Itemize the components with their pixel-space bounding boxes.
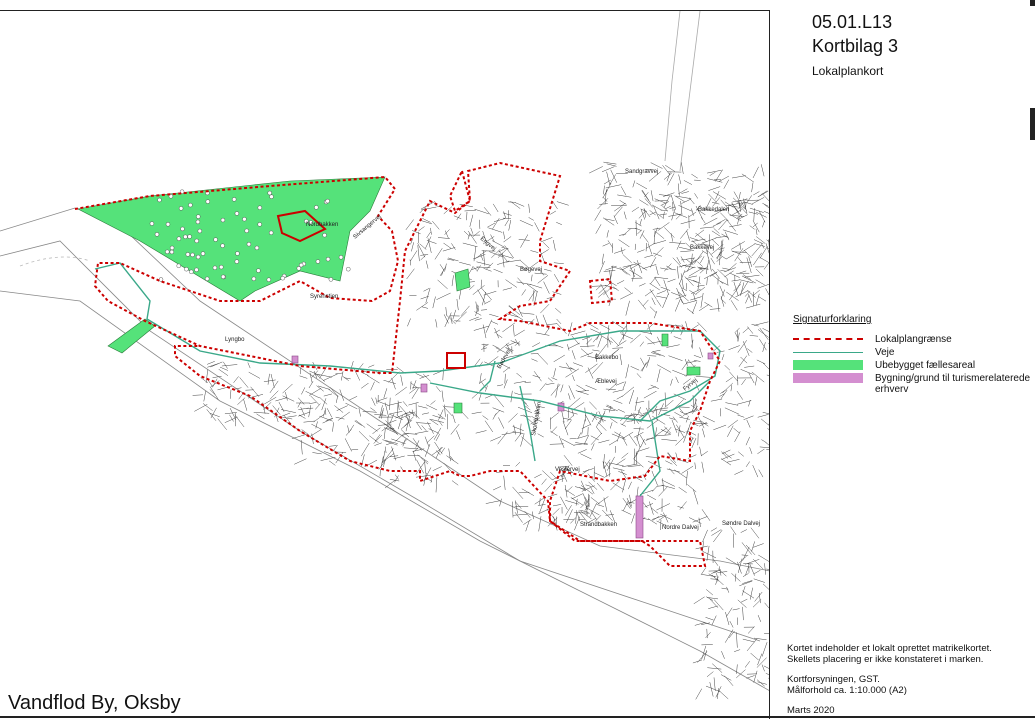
street-label: Lyngbo	[225, 337, 245, 343]
street-label: Strandbakken	[580, 522, 617, 528]
map-panel[interactable]: Nordbakken Sivsangervej Syrenstien Lyngb…	[0, 10, 770, 719]
road-line-swatch	[793, 347, 863, 357]
legend-item-tourism: Bygning/grund til turismerelaterede erhv…	[793, 373, 1035, 395]
street-label: Nordbakken	[306, 222, 338, 228]
tourism-plots	[292, 353, 713, 538]
note-line: Marts 2020	[787, 705, 835, 716]
street-label: Søndre Dalvej	[722, 521, 760, 527]
street-labels: Nordbakken Sivsangervej Syrenstien Lyngb…	[225, 169, 760, 531]
place-name: Vandflod By, Oksby	[8, 692, 181, 715]
legend-item-green: Ubebygget fællesareal	[793, 360, 1035, 371]
legend-label: Bygning/grund til turismerelaterede erhv…	[875, 373, 1035, 395]
street-label: Syrenstien	[310, 294, 338, 300]
road-network	[95, 263, 720, 496]
note-line: Målforhold ca. 1:10.000 (A2)	[787, 685, 907, 696]
note-line: Kortforsyningen, GST.	[787, 674, 880, 685]
street-label: Bakkevej	[690, 245, 714, 251]
map-notes: Kortet indeholder et lokalt oprettet mat…	[787, 643, 1032, 725]
legend-item-boundary: Lokalplangrænse	[793, 334, 1035, 345]
pink-area-swatch	[793, 373, 863, 383]
frame-edge-mark	[1030, 108, 1035, 140]
street-label: Sandgravvej	[625, 169, 658, 175]
coastline-lines	[0, 11, 770, 691]
map-subtitle: Lokalplankort	[812, 64, 883, 78]
legend-label: Lokalplangrænse	[875, 334, 1035, 345]
frame-corner-mark	[1030, 0, 1035, 6]
street-label: Engvej	[479, 236, 497, 252]
note-line: Kortet indeholder et lokalt oprettet mat…	[787, 643, 992, 654]
plan-code: 05.01.L13	[812, 12, 892, 33]
legend-label: Veje	[875, 347, 1035, 358]
dashed-line-swatch	[793, 334, 863, 344]
street-label: Skolebakken	[531, 401, 543, 436]
note-line: Skellets placering er ikke konstateret i…	[787, 654, 983, 665]
street-label: Æblevej	[595, 379, 617, 385]
bottom-rule	[0, 716, 1035, 718]
common-green-areas	[78, 11, 770, 413]
street-label: Bøgevej	[520, 267, 542, 273]
legend-title: Signaturforklaring	[793, 314, 871, 325]
legend-item-roads: Veje	[793, 347, 1035, 358]
street-label: Bakkebo	[595, 355, 619, 361]
green-area-swatch	[793, 360, 863, 370]
street-label: Nordre Dalvej	[662, 525, 699, 531]
street-label: Bakkedalen	[698, 207, 729, 213]
street-label: Vestervej	[555, 467, 580, 473]
map-title: Kortbilag 3	[812, 36, 898, 57]
legend-label: Ubebygget fællesareal	[875, 360, 1035, 371]
local-plan-map: Nordbakken Sivsangervej Syrenstien Lyngb…	[0, 11, 770, 719]
